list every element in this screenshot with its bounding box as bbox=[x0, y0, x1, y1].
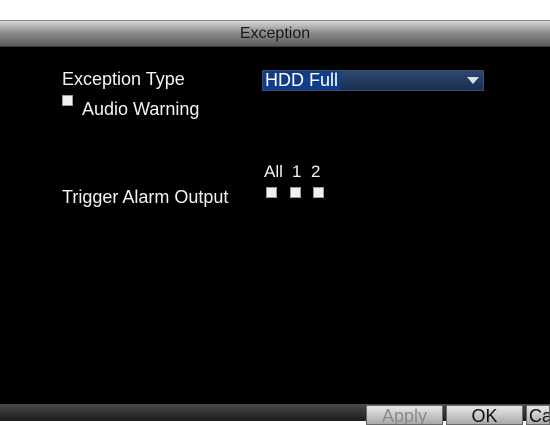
ok-button[interactable]: OK bbox=[446, 405, 523, 425]
chevron-down-icon[interactable] bbox=[467, 77, 479, 84]
alarm-output-header-1: 1 bbox=[292, 162, 302, 181]
trigger-alarm-output-label: Trigger Alarm Output bbox=[62, 187, 229, 207]
apply-button[interactable]: Apply bbox=[366, 405, 443, 425]
exception-dialog: Exception Exception Type HDD Full Audio … bbox=[0, 20, 550, 425]
dialog-title-bar: Exception bbox=[0, 21, 550, 47]
alarm-output-2-checkbox[interactable] bbox=[313, 187, 324, 198]
alarm-output-all-checkbox[interactable] bbox=[266, 187, 277, 198]
alarm-output-1-checkbox[interactable] bbox=[290, 187, 301, 198]
alarm-output-header-2: 2 bbox=[311, 162, 321, 181]
exception-type-select[interactable]: HDD Full bbox=[262, 70, 484, 91]
exception-type-label: Exception Type bbox=[62, 69, 185, 89]
cancel-button[interactable]: Cancel bbox=[526, 405, 550, 425]
exception-type-value: HDD Full bbox=[263, 70, 341, 90]
audio-warning-label: Audio Warning bbox=[82, 99, 200, 119]
dialog-title: Exception bbox=[239, 25, 311, 42]
alarm-output-header-all: All bbox=[264, 162, 283, 181]
audio-warning-checkbox[interactable] bbox=[62, 95, 73, 106]
